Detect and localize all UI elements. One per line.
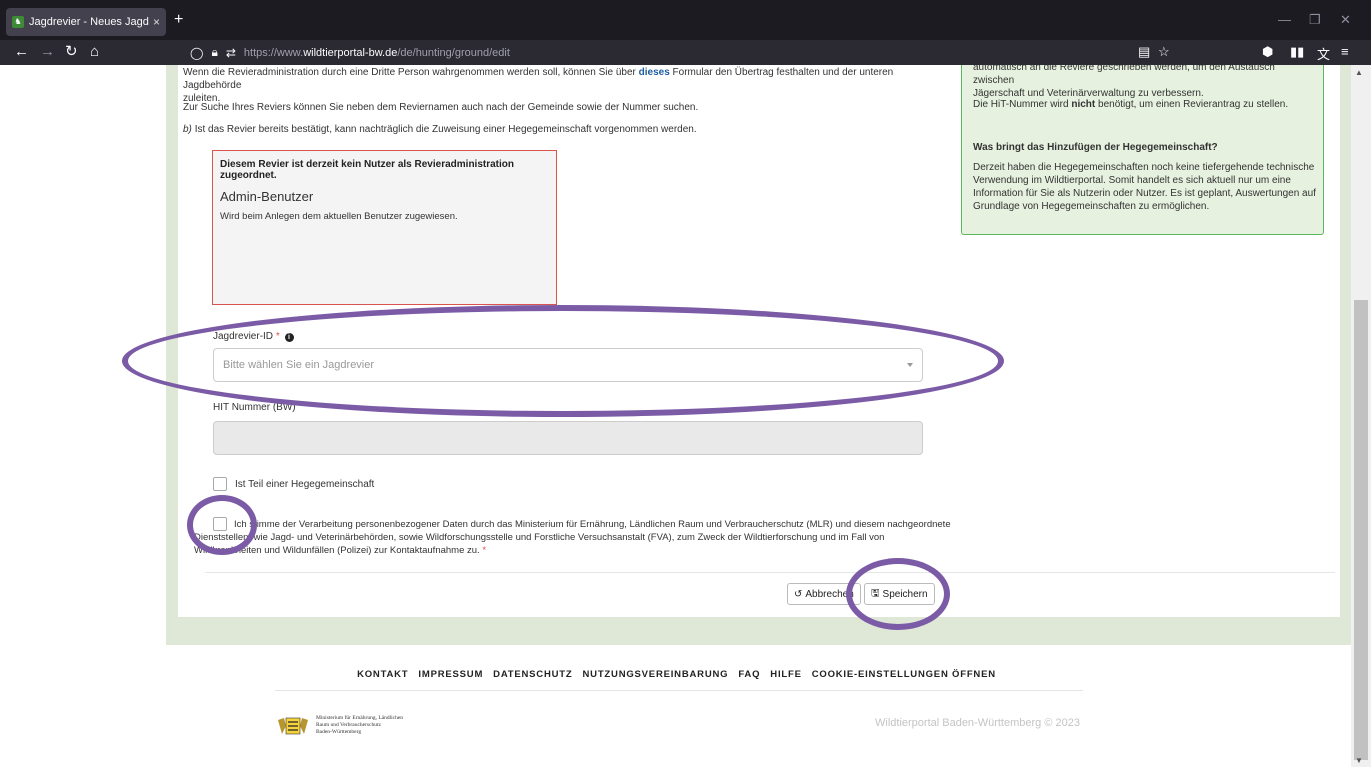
menu-icon[interactable]: ≡ [1341, 44, 1349, 59]
hit-number-input [213, 421, 923, 455]
url-path: /de/hunting/ground/edit [397, 46, 510, 59]
ministry-line1: Ministerium für Ernährung, Ländlichen [316, 715, 404, 721]
info-body2: Verwendung im Wildtierportal. Somit hand… [973, 175, 1291, 186]
info-body4: Grundlage von Hegegemeinschaften zu ermö… [973, 201, 1210, 212]
hegegemeinschaft-checkbox[interactable] [213, 477, 227, 491]
admin-user-heading: Admin-Benutzer [220, 189, 314, 204]
site-favicon-icon: ♞ [12, 16, 24, 28]
browser-tab-active[interactable]: ♞ Jagdrevier - Neues Jagdrevier - × [6, 8, 166, 36]
bookmark-star-icon[interactable]: ☆ [1158, 44, 1170, 60]
browser-tab-bar: ♞ Jagdrevier - Neues Jagdrevier - × + — … [0, 0, 1371, 40]
intro-paragraph: Wenn die Revieradministration durch eine… [183, 66, 953, 105]
library-icon[interactable]: ▮▮ [1290, 44, 1304, 60]
extension-icon[interactable]: ⬢ [1262, 44, 1273, 60]
url-prefix: https://www. [243, 46, 304, 59]
ministry-logo: Ministerium für Ernährung, Ländlichen Ra… [276, 715, 436, 736]
reader-view-icon[interactable]: ▤ [1138, 44, 1150, 60]
back-arrow-icon[interactable]: ← [14, 43, 29, 61]
ministry-name: Ministerium für Ernährung, Ländlichen Ra… [316, 715, 436, 736]
footer-link-nutzungsvereinbarung[interactable]: NUTZUNGSVEREINBARUNG [583, 669, 729, 680]
shield-icon[interactable]: ◯ [190, 46, 203, 60]
search-hint: Zur Suche Ihres Reviers können Sie neben… [183, 102, 699, 113]
new-tab-button[interactable]: + [174, 11, 183, 29]
url-domain: wildtierportal-bw.de [303, 46, 398, 59]
consent-line2: Dienststellen, wie Jagd- und Veterinärbe… [194, 532, 885, 543]
no-admin-warning: Diesem Revier ist derzeit kein Nutzer al… [220, 159, 514, 181]
consent-required-mark: * [482, 545, 487, 556]
url-bar[interactable]: ◯ 🔒︎ ⇄ https://www. wildtierportal-bw.de /… [190, 42, 1180, 63]
hit-note-bold: nicht [1071, 99, 1096, 110]
lock-icon[interactable]: 🔒︎ [211, 45, 217, 60]
form-link[interactable]: dieses [639, 67, 670, 78]
b-prefix: b) [183, 124, 192, 135]
footer-link-cookie[interactable]: COOKIE-EINSTELLUNGEN ÖFFNEN [812, 669, 996, 680]
hit-note-post: benötigt, um einen Revierantrag zu stell… [1098, 99, 1289, 110]
info-body3: Information für Sie als Nutzerin oder Nu… [973, 188, 1316, 199]
minimize-icon[interactable]: — [1278, 12, 1291, 27]
scrollbar-thumb[interactable] [1354, 300, 1368, 760]
annotation-ellipse-select [122, 305, 1004, 417]
translate-icon[interactable]: 文 [1317, 44, 1330, 63]
tab-close-icon[interactable]: × [153, 15, 160, 29]
hit-note-pre: Die HiT-Nummer wird [973, 99, 1069, 110]
admin-user-box: Diesem Revier ist derzeit kein Nutzer al… [212, 150, 557, 305]
info-hit-text: automatisch an die Reviere geschrieben w… [973, 65, 1318, 100]
page-viewport: Wenn die Revieradministration durch eine… [0, 65, 1351, 767]
intro-text: Wenn die Revieradministration durch eine… [183, 67, 636, 78]
b-paragraph: b) Ist das Revier bereits bestätigt, kan… [183, 123, 697, 136]
footer-link-datenschutz[interactable]: DATENSCHUTZ [493, 669, 572, 680]
hegegemeinschaft-label: Ist Teil einer Hegegemeinschaft [235, 479, 375, 490]
b-text: Ist das Revier bereits bestätigt, kann n… [194, 124, 697, 135]
footer-link-hilfe[interactable]: HILFE [770, 669, 801, 680]
form-divider [205, 572, 1335, 573]
scroll-down-arrow-icon[interactable]: ▼ [1355, 756, 1363, 765]
annotation-circle-save [846, 558, 950, 630]
info-heading: Was bringt das Hinzufügen der Hegegemein… [973, 142, 1218, 153]
home-icon[interactable]: ⌂ [90, 43, 99, 61]
browser-nav-bar: ← → ↻ ⌂ ◯ 🔒︎ ⇄ https://www. wildtierporta… [0, 40, 1371, 65]
maximize-icon[interactable]: ❐ [1309, 12, 1321, 28]
footer-link-kontakt[interactable]: KONTAKT [357, 669, 408, 680]
footer-link-impressum[interactable]: IMPRESSUM [418, 669, 483, 680]
footer-divider [275, 690, 1083, 691]
info-line1: automatisch an die Reviere geschrieben w… [973, 65, 1275, 86]
hit-note: Die HiT-Nummer wird nicht benötigt, um e… [973, 98, 1288, 111]
coat-of-arms-icon [276, 716, 310, 736]
reload-icon[interactable]: ↻ [65, 43, 78, 61]
ministry-line2: Raum und Verbraucherschutz [316, 722, 381, 728]
undo-icon: ↺ [794, 588, 803, 600]
annotation-circle-checkbox [187, 495, 257, 555]
footer-link-faq[interactable]: FAQ [738, 669, 760, 680]
consent-text: Ich stimme der Verarbeitung personenbezo… [194, 518, 954, 557]
admin-user-description: Wird beim Anlegen dem aktuellen Benutzer… [220, 211, 458, 222]
footer-links: KONTAKT IMPRESSUM DATENSCHUTZ NUTZUNGSVE… [0, 669, 1351, 680]
info-body1: Derzeit haben die Hegegemeinschaften noc… [973, 162, 1315, 173]
consent-line1: Ich stimme der Verarbeitung personenbezo… [234, 519, 951, 530]
info-body: Derzeit haben die Hegegemeinschaften noc… [973, 161, 1318, 213]
tab-title: Jagdrevier - Neues Jagdrevier - [29, 16, 149, 28]
ministry-line3: Baden-Württemberg [316, 729, 362, 735]
permissions-icon[interactable]: ⇄ [226, 46, 236, 60]
forward-arrow-icon[interactable]: → [40, 43, 55, 61]
scroll-up-arrow-icon[interactable]: ▲ [1355, 68, 1363, 77]
copyright-text: Wildtierportal Baden-Württemberg © 2023 [875, 717, 1080, 729]
window-close-icon[interactable]: ✕ [1340, 12, 1351, 28]
